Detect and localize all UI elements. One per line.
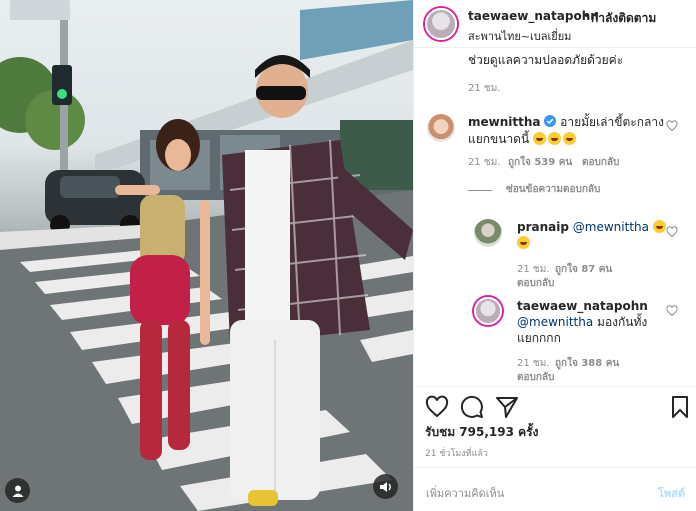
comment-text: ช่วยดูแลความปลอดภัยด้วยค่ะ — [468, 53, 624, 67]
video-frame — [0, 0, 413, 511]
separator-dot: • — [583, 9, 591, 23]
post-video[interactable] — [0, 0, 413, 511]
post-side-panel: taewaew_natapohn • กำลังติดตาม สะพานไทย~… — [413, 0, 696, 511]
reply-time[interactable]: 21 ชม. — [517, 263, 549, 277]
comment-likes[interactable]: ถูกใจ 539 คน — [508, 156, 572, 170]
reply-text-line1: มองกันทั้ง — [597, 315, 648, 329]
laughing-emoji-icon — [652, 220, 666, 233]
comment-composer: เพิ่มความคิดเห็น โพสต์ — [414, 467, 696, 511]
laughing-emoji-icon — [533, 132, 546, 145]
reply-text-row: @mewnittha มองกันทั้ง — [517, 314, 647, 331]
reply-emoji-row — [517, 235, 532, 252]
reply-row: pranaip @mewnittha — [517, 219, 668, 236]
reply-time[interactable]: 21 ชม. — [517, 357, 549, 371]
reply-text-line2: แยกกกก — [517, 331, 561, 345]
following-button[interactable]: กำลังติดตาม — [591, 9, 656, 28]
commenter-avatar[interactable] — [427, 114, 455, 142]
heart-icon[interactable] — [425, 395, 449, 419]
post-timestamp[interactable]: 21 ชั่วโมงที่แล้ว — [425, 446, 488, 460]
reply-button[interactable]: ตอบกลับ — [517, 371, 554, 385]
comment-row: mewnittha อายมั้ยเล่าขี้ตะกลาง — [468, 114, 664, 131]
reply-username[interactable]: taewaew_natapohn — [517, 299, 648, 313]
like-reply-heart-icon[interactable] — [666, 305, 678, 317]
author-avatar[interactable] — [425, 8, 457, 40]
comment-text-line2: แยกขนาดนี้ — [468, 132, 530, 146]
comment-icon[interactable] — [460, 395, 484, 419]
reply-likes[interactable]: ถูกใจ 388 คน — [555, 357, 619, 371]
speaker-icon — [379, 481, 391, 492]
tagged-users-button[interactable] — [5, 478, 30, 503]
reply-row: taewaew_natapohn — [517, 298, 648, 315]
post-comment-button[interactable]: โพสต์ — [658, 484, 685, 502]
laughing-emoji-icon — [563, 132, 576, 145]
like-reply-heart-icon[interactable] — [666, 226, 678, 238]
commenter-username[interactable]: mewnittha — [468, 115, 541, 129]
add-comment-input[interactable]: เพิ่มความคิดเห็น — [426, 484, 504, 502]
laughing-emoji-icon — [517, 236, 530, 249]
bookmark-icon[interactable] — [668, 395, 692, 419]
reply-avatar[interactable] — [474, 219, 502, 247]
person-icon — [12, 485, 23, 497]
verified-badge-icon — [544, 115, 557, 127]
like-comment-heart-icon[interactable] — [666, 120, 678, 132]
hide-replies-button[interactable]: ซ่อนข้อความตอบกลับ — [506, 183, 600, 197]
replies-divider — [468, 190, 492, 191]
comment-text-line1: อายมั้ยเล่าขี้ตะกลาง — [560, 115, 664, 129]
reply-button[interactable]: ตอบกลับ — [517, 277, 554, 291]
comment-time[interactable]: 21 ชม. — [468, 156, 500, 170]
reply-avatar[interactable] — [474, 297, 502, 325]
reply-username[interactable]: pranaip — [517, 220, 569, 234]
reply-mention[interactable]: @mewnittha — [573, 220, 649, 234]
reply-mention[interactable]: @mewnittha — [517, 315, 593, 329]
view-count[interactable]: รับชม 795,193 ครั้ง — [425, 423, 538, 442]
mute-toggle-button[interactable] — [373, 474, 398, 499]
reply-likes[interactable]: ถูกใจ 87 คน — [555, 263, 612, 277]
comment-text-line2-row: แยกขนาดนี้ — [468, 131, 578, 148]
post-location[interactable]: สะพานไทย~เบลเยี่ยม — [468, 27, 571, 45]
post-header: taewaew_natapohn • กำลังติดตาม สะพานไทย~… — [414, 0, 696, 48]
author-username[interactable]: taewaew_natapohn — [468, 9, 599, 23]
laughing-emoji-icon — [548, 132, 561, 145]
comment-time[interactable]: 21 ชม. — [468, 82, 500, 96]
share-icon[interactable] — [495, 395, 519, 419]
reply-button[interactable]: ตอบกลับ — [582, 156, 619, 170]
